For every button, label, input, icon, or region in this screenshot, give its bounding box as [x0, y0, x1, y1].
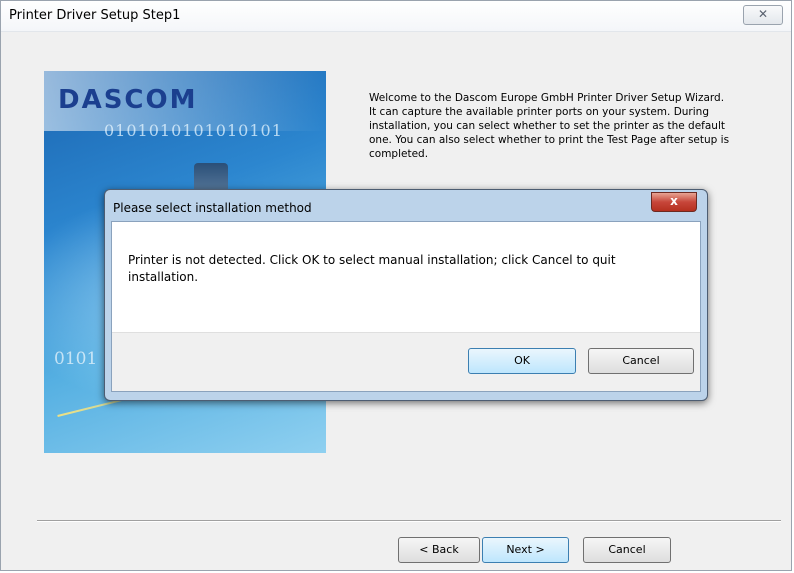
footer-divider — [37, 520, 781, 522]
cancel-button[interactable]: Cancel — [583, 537, 671, 563]
install-method-dialog: Please select installation method x Prin… — [104, 189, 708, 401]
ok-button[interactable]: OK — [468, 348, 576, 374]
title-bar[interactable]: Printer Driver Setup Step1 ✕ — [1, 1, 791, 32]
dialog-footer: OK Cancel — [112, 332, 700, 391]
window-title: Printer Driver Setup Step1 — [9, 8, 181, 23]
next-button[interactable]: Next > — [482, 537, 569, 563]
welcome-text: Welcome to the Dascom Europe GmbH Printe… — [369, 92, 730, 160]
close-icon[interactable]: ✕ — [743, 5, 783, 25]
dialog-close-icon[interactable]: x — [651, 192, 697, 212]
dialog-message: Printer is not detected. Click OK to sel… — [128, 253, 616, 284]
binary-pattern-top: 0101010101010101 — [104, 121, 283, 140]
dialog-title: Please select installation method — [113, 201, 312, 215]
brand-logo: DASCOM — [58, 85, 198, 115]
back-button[interactable]: < Back — [398, 537, 480, 563]
dialog-cancel-button[interactable]: Cancel — [588, 348, 694, 374]
binary-pattern-bottom: 0101 — [54, 349, 98, 369]
dialog-body: Printer is not detected. Click OK to sel… — [111, 221, 701, 392]
